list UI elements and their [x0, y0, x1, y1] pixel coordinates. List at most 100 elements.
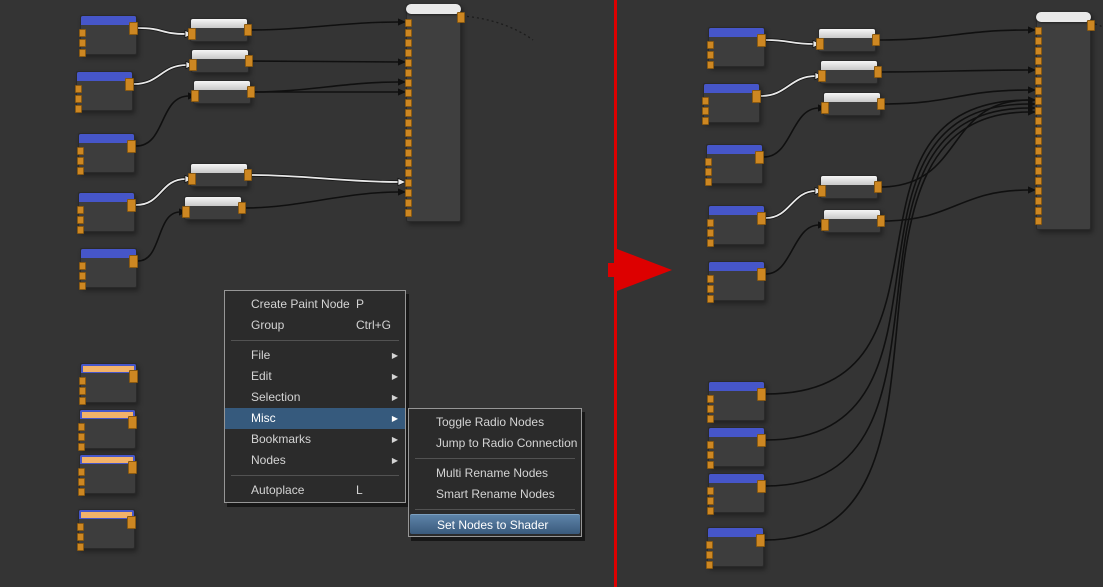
input-port[interactable] — [75, 85, 82, 93]
input-port[interactable] — [405, 29, 412, 37]
input-port[interactable] — [1035, 167, 1042, 175]
graph-node-blue[interactable] — [708, 205, 765, 245]
input-port[interactable] — [79, 39, 86, 47]
input-port[interactable] — [707, 61, 714, 69]
input-port[interactable] — [405, 119, 412, 127]
output-port[interactable] — [129, 255, 138, 268]
input-port[interactable] — [707, 395, 714, 403]
output-port[interactable] — [244, 169, 252, 181]
input-port[interactable] — [707, 295, 714, 303]
graph-node-blue[interactable] — [708, 427, 765, 467]
output-port[interactable] — [752, 90, 761, 103]
input-port[interactable] — [1035, 107, 1042, 115]
input-port[interactable] — [818, 185, 826, 197]
input-port[interactable] — [405, 199, 412, 207]
input-port[interactable] — [1035, 27, 1042, 35]
output-port[interactable] — [125, 78, 134, 91]
output-port[interactable] — [755, 151, 764, 164]
input-port[interactable] — [77, 167, 84, 175]
input-port[interactable] — [707, 219, 714, 227]
input-port[interactable] — [1035, 147, 1042, 155]
input-port[interactable] — [405, 49, 412, 57]
input-port[interactable] — [188, 28, 196, 40]
input-port[interactable] — [1035, 187, 1042, 195]
input-port[interactable] — [405, 59, 412, 67]
output-port[interactable] — [757, 434, 766, 447]
graph-node-blue-selected[interactable] — [80, 363, 137, 403]
input-port[interactable] — [702, 97, 709, 105]
input-port[interactable] — [1035, 57, 1042, 65]
input-port[interactable] — [405, 149, 412, 157]
graph-node-blue-selected[interactable] — [78, 509, 135, 549]
output-port[interactable] — [757, 268, 766, 281]
input-port[interactable] — [79, 29, 86, 37]
input-port[interactable] — [707, 487, 714, 495]
input-port[interactable] — [702, 117, 709, 125]
input-port[interactable] — [707, 441, 714, 449]
input-port[interactable] — [77, 523, 84, 531]
output-port[interactable] — [877, 98, 885, 110]
input-port[interactable] — [706, 551, 713, 559]
input-port[interactable] — [78, 443, 85, 451]
input-port[interactable] — [821, 219, 829, 231]
input-port[interactable] — [405, 139, 412, 147]
input-port[interactable] — [79, 282, 86, 290]
input-port[interactable] — [79, 49, 86, 57]
output-port[interactable] — [757, 34, 766, 47]
input-port[interactable] — [707, 507, 714, 515]
output-port[interactable] — [245, 55, 253, 67]
input-port[interactable] — [1035, 197, 1042, 205]
input-port[interactable] — [191, 90, 199, 102]
graph-node-gray[interactable] — [190, 163, 248, 187]
input-port[interactable] — [707, 239, 714, 247]
input-port[interactable] — [405, 109, 412, 117]
input-port[interactable] — [707, 405, 714, 413]
output-port[interactable] — [128, 461, 137, 474]
input-port[interactable] — [1035, 177, 1042, 185]
output-port[interactable] — [244, 24, 252, 36]
input-port[interactable] — [77, 543, 84, 551]
menu-item-bookmarks[interactable]: Bookmarks▶ — [225, 429, 405, 450]
input-port[interactable] — [706, 561, 713, 569]
input-port[interactable] — [405, 179, 412, 187]
shader-node[interactable] — [1036, 12, 1091, 230]
input-port[interactable] — [1035, 157, 1042, 165]
shader-node[interactable] — [406, 4, 461, 222]
input-port[interactable] — [1035, 137, 1042, 145]
graph-node-gray[interactable] — [818, 28, 876, 52]
output-port[interactable] — [874, 181, 882, 193]
node-graph-canvas[interactable]: Create Paint NodePGroupCtrl+GFile▶Edit▶S… — [0, 0, 1103, 587]
input-port[interactable] — [405, 189, 412, 197]
output-port[interactable] — [127, 140, 136, 153]
input-port[interactable] — [707, 461, 714, 469]
input-port[interactable] — [405, 169, 412, 177]
input-port[interactable] — [816, 38, 824, 50]
input-port[interactable] — [79, 272, 86, 280]
input-port[interactable] — [79, 387, 86, 395]
menu-item-group[interactable]: GroupCtrl+G — [225, 315, 405, 336]
menu-item-edit[interactable]: Edit▶ — [225, 366, 405, 387]
input-port[interactable] — [1035, 87, 1042, 95]
input-port[interactable] — [1035, 67, 1042, 75]
input-port[interactable] — [405, 159, 412, 167]
input-port[interactable] — [707, 275, 714, 283]
input-port[interactable] — [188, 173, 196, 185]
graph-node-blue[interactable] — [708, 261, 765, 301]
output-port[interactable] — [757, 212, 766, 225]
output-port[interactable] — [872, 34, 880, 46]
graph-node-blue[interactable] — [703, 83, 760, 123]
input-port[interactable] — [79, 377, 86, 385]
input-port[interactable] — [706, 541, 713, 549]
output-port[interactable] — [247, 86, 255, 98]
input-port[interactable] — [75, 105, 82, 113]
output-port[interactable] — [128, 416, 137, 429]
graph-node-blue-selected[interactable] — [79, 409, 136, 449]
graph-node-blue[interactable] — [78, 133, 135, 173]
input-port[interactable] — [405, 79, 412, 87]
input-port[interactable] — [78, 468, 85, 476]
menu-item-selection[interactable]: Selection▶ — [225, 387, 405, 408]
input-port[interactable] — [1035, 77, 1042, 85]
input-port[interactable] — [79, 397, 86, 405]
graph-node-blue[interactable] — [80, 15, 137, 55]
output-port[interactable] — [757, 480, 766, 493]
